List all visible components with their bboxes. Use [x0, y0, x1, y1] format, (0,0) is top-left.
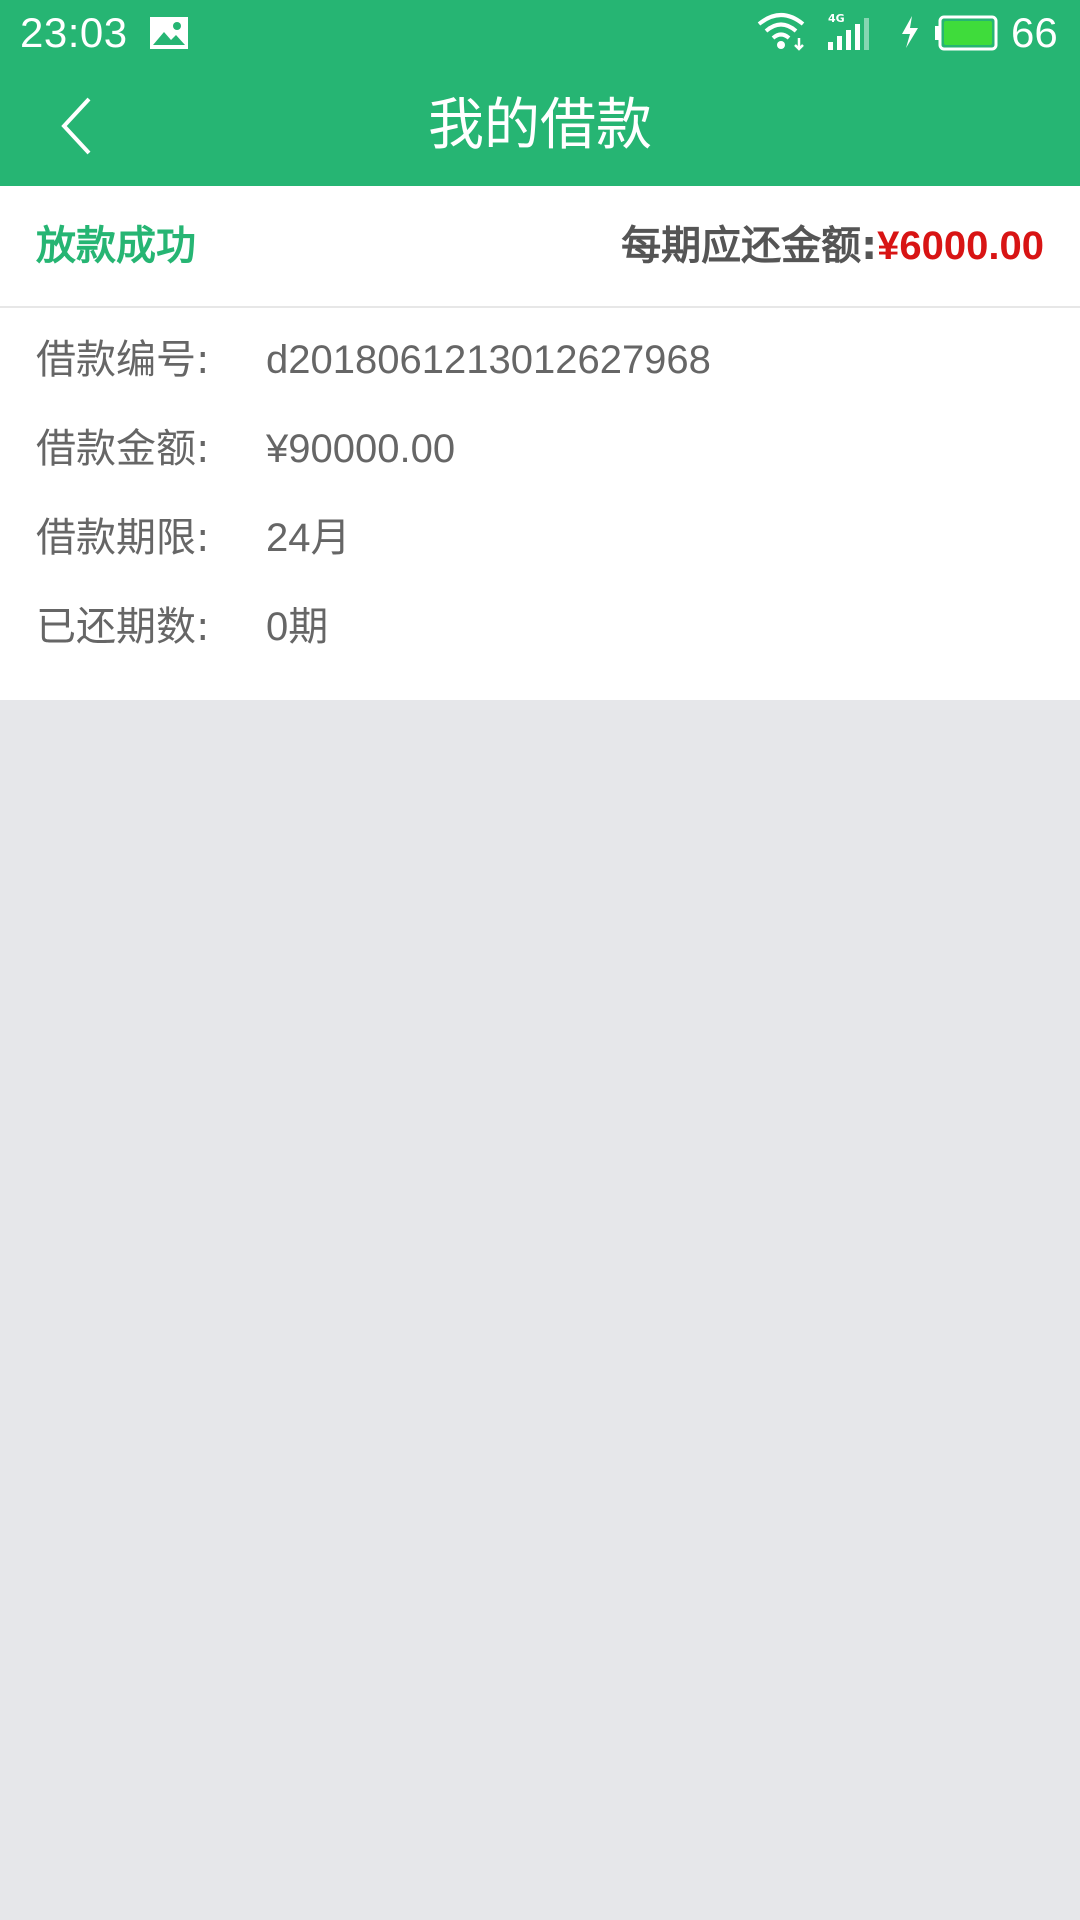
- back-button[interactable]: [40, 84, 112, 168]
- detail-row-paid-periods: 已还期数: 0期: [0, 583, 1080, 672]
- detail-label: 借款金额:: [36, 426, 210, 472]
- screen: 23:03 4G 66 我的借款 放款成功 每期应还金额:¥6000.00 借款…: [0, 0, 1080, 1920]
- detail-row-loan-amount: 借款金额: ¥90000.00: [0, 405, 1080, 494]
- image-notification-icon: [150, 17, 188, 49]
- detail-label: 已还期数:: [36, 604, 210, 650]
- detail-label: 借款编号:: [36, 337, 210, 383]
- chevron-left-icon: [61, 97, 91, 155]
- page-title: 我的借款: [428, 93, 652, 158]
- detail-value: 24月: [266, 516, 351, 560]
- status-bar: 23:03 4G 66: [0, 0, 1080, 66]
- network-type-label: 4G: [828, 12, 845, 25]
- detail-value: 0期: [266, 605, 329, 649]
- cellular-signal-icon: 4G: [828, 12, 869, 50]
- loan-status-badge: 放款成功: [36, 223, 196, 269]
- wifi-icon: [757, 13, 805, 51]
- loan-card: 放款成功 每期应还金额:¥6000.00 借款编号: d201806121301…: [0, 186, 1080, 700]
- detail-row-loan-term: 借款期限: 24月: [0, 494, 1080, 583]
- top-bar: 23:03 4G 66 我的借款: [0, 0, 1080, 186]
- battery-percent: 66: [1011, 9, 1058, 56]
- detail-value: d2018061213012627968: [266, 338, 711, 382]
- detail-row-loan-number: 借款编号: d2018061213012627968: [0, 316, 1080, 405]
- battery-icon: [935, 15, 998, 51]
- repay-amount: ¥6000.00: [877, 224, 1044, 268]
- loan-header: 放款成功 每期应还金额:¥6000.00: [0, 186, 1080, 308]
- navigation-bar: 我的借款: [0, 66, 1080, 186]
- repay-per-period: 每期应还金额:¥6000.00: [621, 186, 1044, 306]
- charging-bolt-icon: [902, 16, 918, 48]
- status-time: 23:03: [20, 9, 128, 56]
- detail-label: 借款期限:: [36, 515, 210, 561]
- detail-value: ¥90000.00: [266, 427, 456, 471]
- repay-label: 每期应还金额:: [621, 223, 878, 269]
- loan-details: 借款编号: d2018061213012627968 借款金额: ¥90000.…: [0, 308, 1080, 672]
